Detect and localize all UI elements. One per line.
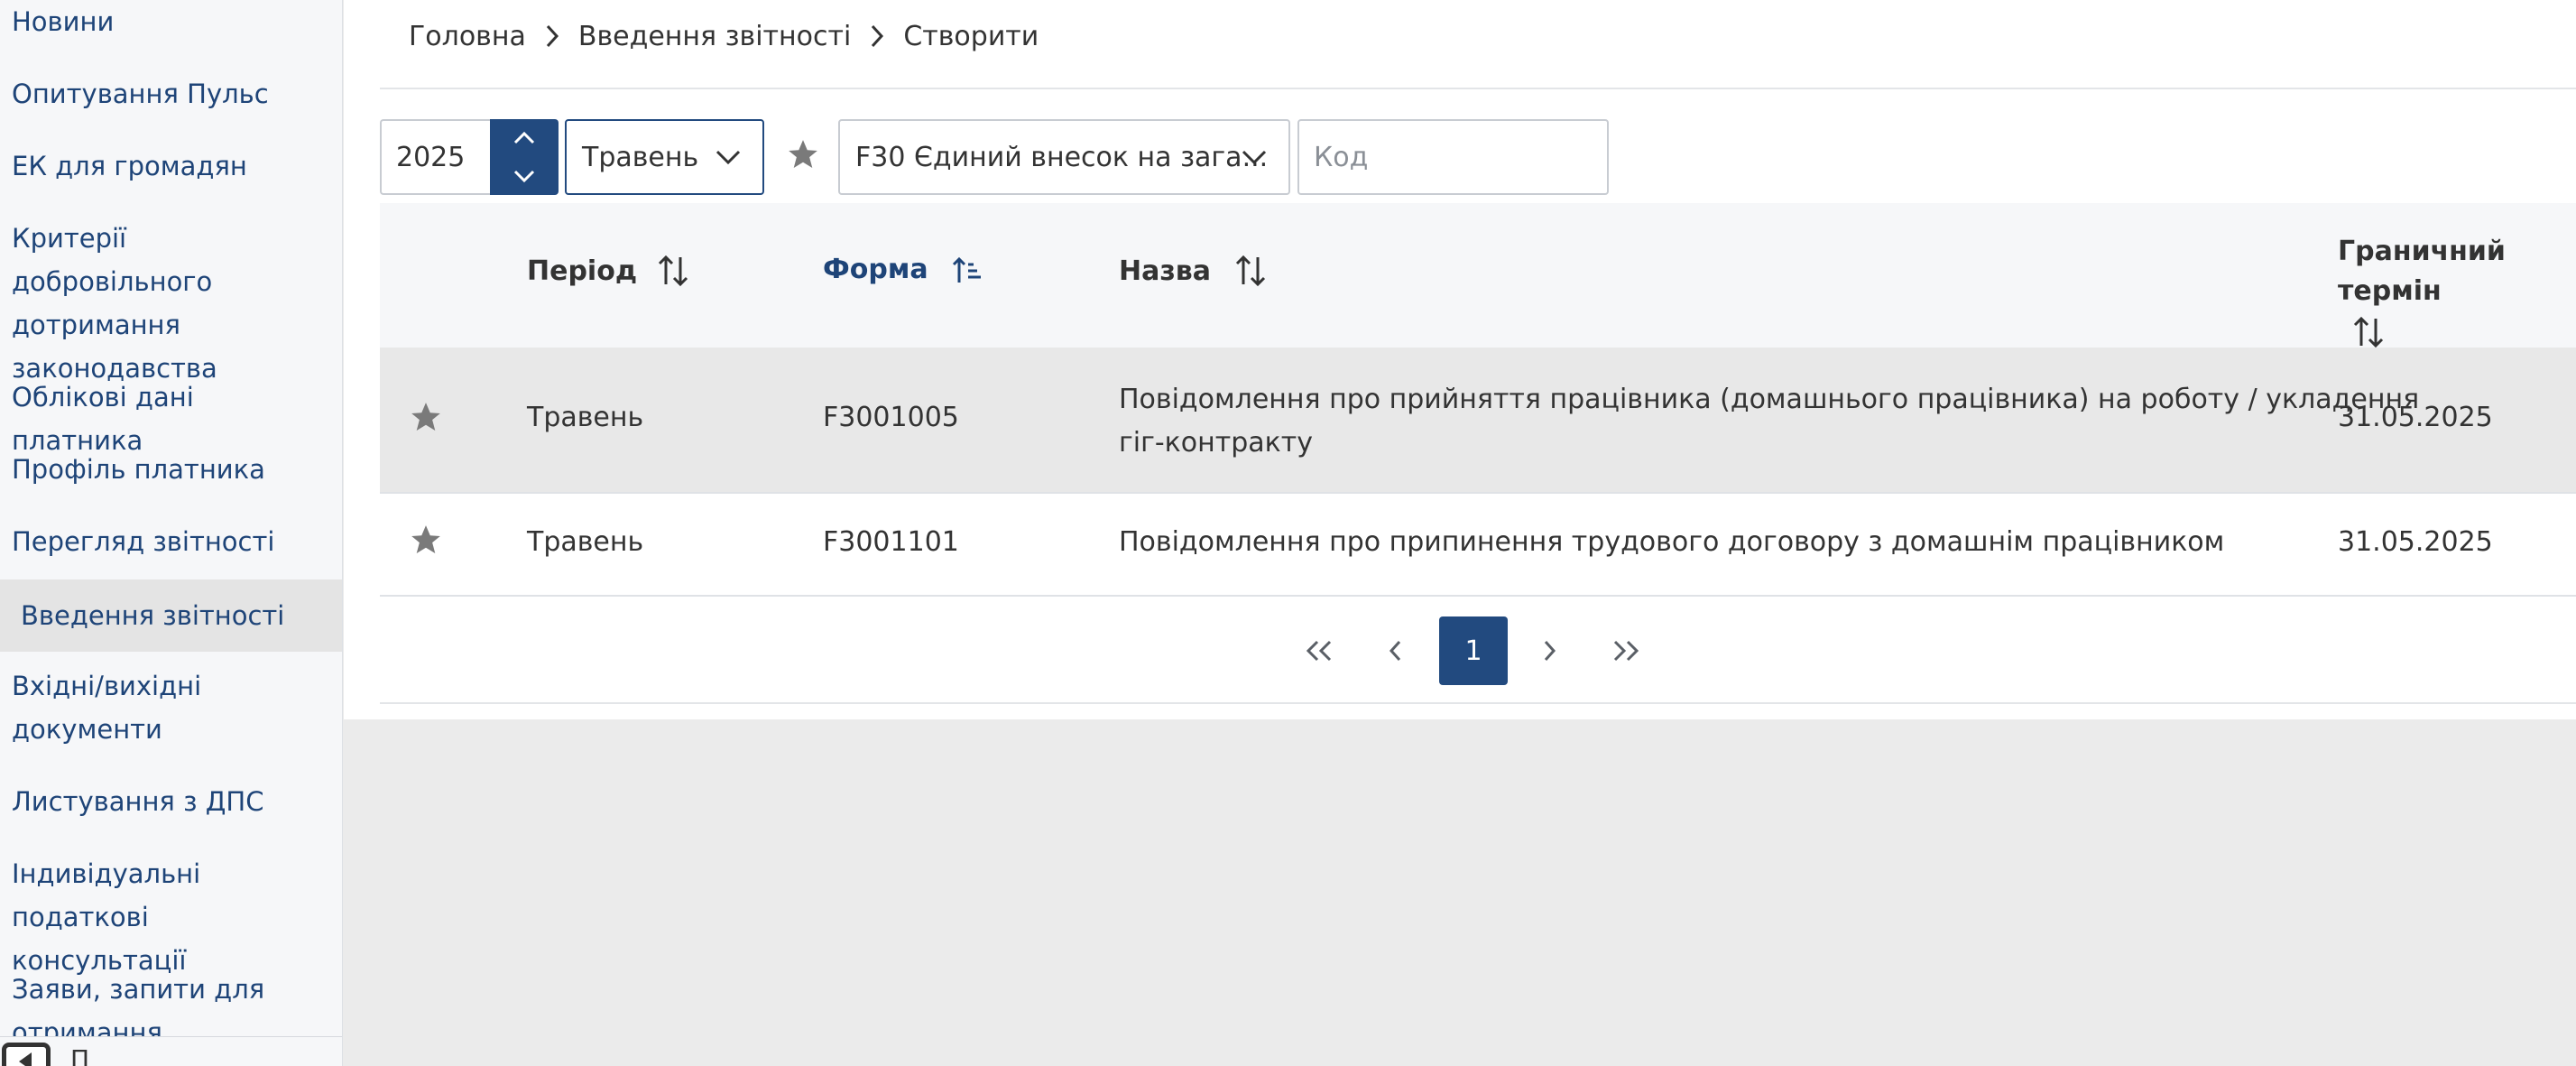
first-page-button[interactable] (1285, 616, 1353, 685)
cell-period: Травень (527, 526, 644, 558)
column-header-deadline[interactable]: Граничний термін (2338, 232, 2576, 361)
cell-name-line: Повідомлення про прийняття працівника (д… (1119, 384, 2420, 415)
page-button-current[interactable]: 1 (1439, 616, 1508, 685)
cell-deadline: 31.05.2025 (2338, 526, 2493, 558)
double-chevron-right-icon (1613, 640, 1639, 662)
table-row[interactable]: Травень F3001005 Повідомлення про прийня… (380, 348, 2576, 494)
sidebar-item-label: ЕК для громадян (12, 151, 247, 181)
table-row[interactable]: Травень F3001101 Повідомлення про припин… (380, 494, 2576, 597)
pagination: 1 (344, 616, 2576, 685)
previous-page-button[interactable] (1362, 616, 1430, 685)
favorite-star-icon[interactable] (409, 523, 443, 561)
sidebar-item-label: Індивідуальні податкові консультації (12, 858, 201, 976)
sidebar-item-label: Перегляд звітності (12, 526, 275, 557)
breadcrumb-enter-reports[interactable]: Введення звітності (578, 21, 851, 52)
chevron-down-icon (1242, 150, 1267, 165)
year-field (380, 119, 493, 195)
chevron-up-icon (513, 131, 535, 144)
collapse-sidebar-button[interactable] (2, 1043, 51, 1066)
sidebar-item-payer-profile[interactable]: Профіль платника (0, 448, 342, 491)
breadcrumb-create: Створити (903, 20, 1039, 52)
column-header-label: Форма (823, 254, 928, 285)
sidebar-item-ek-citizens[interactable]: ЕК для громадян (0, 144, 342, 188)
column-header-name[interactable]: Назва (1119, 254, 1267, 288)
chevron-left-icon (1389, 640, 1401, 662)
sidebar-item-documents[interactable]: Вхідні/вихідні документи (0, 664, 271, 751)
cell-form-code: F3001101 (823, 526, 959, 558)
year-decrement-button[interactable] (490, 157, 559, 195)
cell-name: Повідомлення про прийняття працівника (д… (1119, 378, 2419, 465)
sort-icon (657, 254, 689, 288)
chevron-right-icon (1544, 640, 1556, 662)
next-page-button[interactable] (1515, 616, 1583, 685)
sort-ascending-icon (952, 255, 983, 284)
divider (380, 702, 2576, 704)
sidebar-item-view-reports[interactable]: Перегляд звітності (0, 520, 342, 563)
sidebar-item-label: Облікові дані платника (12, 382, 194, 456)
cell-period: Травень (527, 402, 644, 433)
form-select[interactable]: F30 Єдиний внесок на зага... (838, 119, 1290, 195)
column-header-label: Назва (1119, 255, 1212, 287)
sidebar-item-news[interactable]: Новини (0, 0, 342, 43)
favorite-star-icon[interactable] (409, 400, 443, 438)
sidebar-item-compliance-criteria[interactable]: Критерії добровільного дотримання законо… (0, 217, 316, 390)
breadcrumb-home[interactable]: Головна (409, 21, 526, 52)
month-select[interactable]: Травень (565, 119, 764, 195)
cell-form-code: F3001005 (823, 402, 959, 433)
form-select-value: F30 Єдиний внесок на зага... (855, 141, 1269, 173)
code-input[interactable] (1297, 119, 1609, 195)
last-page-button[interactable] (1592, 616, 1660, 685)
sidebar-item-label: Вхідні/вихідні документи (12, 671, 202, 745)
breadcrumb: Головна Введення звітності Створити (409, 16, 1039, 56)
cell-name-line: гіг-контракту (1119, 427, 1314, 459)
collapse-label: П (70, 1044, 90, 1066)
table-header: Період Форма Назва Граничний термін (380, 203, 2576, 348)
sidebar-footer: П (0, 1036, 342, 1066)
sidebar: Новини Опитування Пульс ЕК для громадян … (0, 0, 343, 1066)
sidebar-item-tax-consultations[interactable]: Індивідуальні податкові консультації (0, 852, 316, 982)
double-chevron-left-icon (1306, 640, 1332, 662)
main-content: Головна Введення звітності Створити Трав… (344, 0, 2576, 719)
column-header-label: Граничний термін (2338, 236, 2506, 307)
column-header-period[interactable]: Період (527, 254, 689, 288)
cell-deadline: 31.05.2025 (2338, 402, 2493, 433)
sidebar-item-correspondence[interactable]: Листування з ДПС (0, 780, 342, 823)
chevron-right-icon (869, 23, 885, 50)
column-header-form[interactable]: Форма (823, 254, 983, 285)
arrow-left-icon (19, 1052, 32, 1066)
chevron-down-icon (716, 150, 741, 165)
sidebar-item-label: Листування з ДПС (12, 786, 264, 817)
divider (380, 88, 2576, 89)
sort-icon (1234, 254, 1267, 288)
year-stepper (490, 119, 559, 195)
month-select-value: Травень (582, 141, 699, 173)
year-input[interactable] (382, 121, 493, 193)
column-header-label: Період (527, 255, 638, 287)
sidebar-item-label: Введення звітності (21, 600, 285, 631)
cell-name: Повідомлення про припинення трудового до… (1119, 526, 2225, 558)
sidebar-item-label: Опитування Пульс (12, 79, 269, 109)
sidebar-item-pulse-survey[interactable]: Опитування Пульс (0, 72, 342, 116)
sidebar-item-label: Критерії добровільного дотримання законо… (12, 223, 217, 384)
chevron-right-icon (544, 23, 560, 50)
year-increment-button[interactable] (490, 119, 559, 157)
chevron-down-icon (513, 170, 535, 183)
sidebar-item-label: Новини (12, 6, 115, 37)
sidebar-item-label: Профіль платника (12, 454, 265, 485)
favorites-filter-star-icon[interactable] (786, 137, 820, 175)
sidebar-item-enter-reports[interactable]: Введення звітності (0, 579, 342, 652)
